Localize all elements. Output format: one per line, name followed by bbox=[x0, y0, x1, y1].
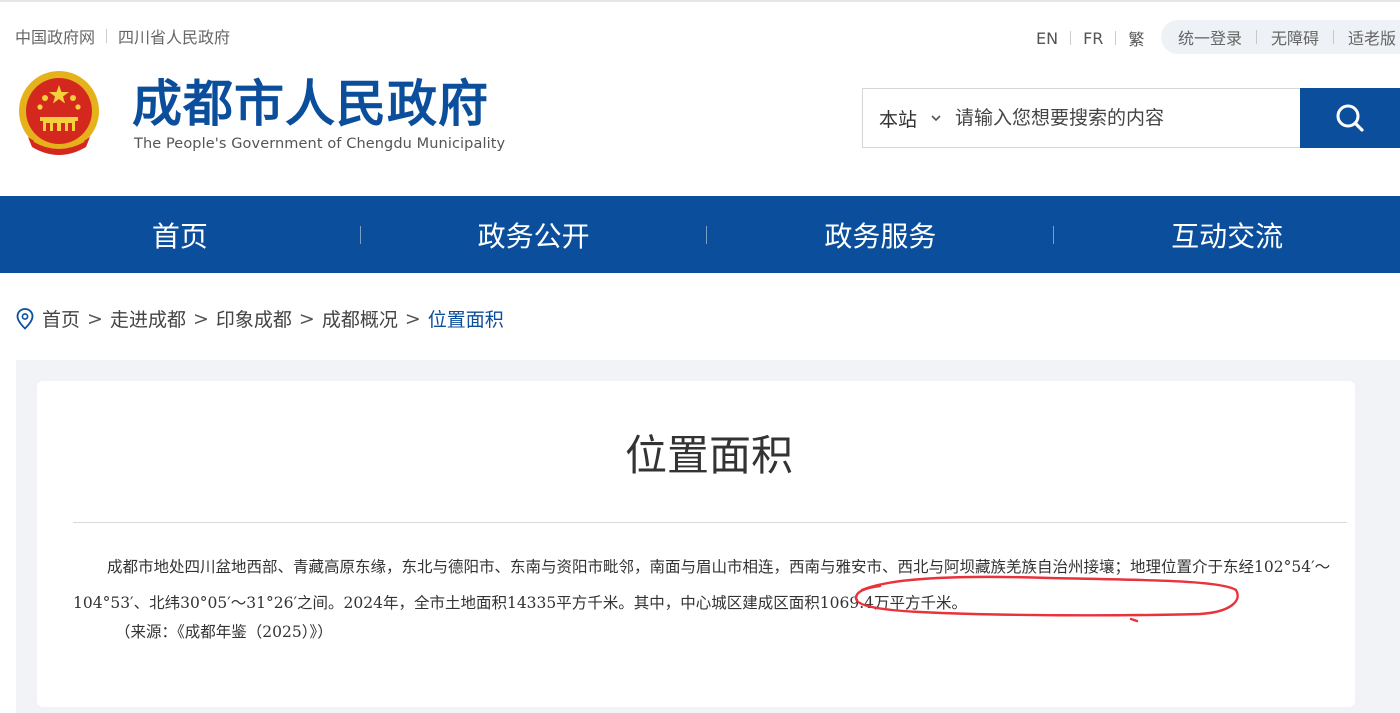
site-title[interactable]: 成都市人民政府 bbox=[132, 74, 489, 134]
unified-login-link[interactable]: 统一登录 bbox=[1178, 25, 1242, 49]
breadcrumb-current[interactable]: 位置面积 bbox=[428, 305, 504, 332]
divider bbox=[1115, 31, 1117, 45]
article-title: 位置面积 bbox=[624, 431, 793, 480]
breadcrumb-separator: > bbox=[404, 307, 421, 330]
nav-interaction[interactable]: 互动交流 bbox=[1054, 215, 1400, 255]
accessibility-link[interactable]: 无障碍 bbox=[1271, 25, 1319, 49]
title-divider bbox=[73, 522, 1347, 523]
breadcrumb-explore-chengdu[interactable]: 走进成都 bbox=[110, 305, 186, 332]
breadcrumb-separator: > bbox=[87, 307, 103, 330]
top-bar: 中国政府网 四川省人民政府 EN FR 繁 统一登录 无障碍 适老版 bbox=[0, 0, 1400, 66]
lang-en[interactable]: EN bbox=[1036, 29, 1058, 48]
national-emblem-icon[interactable] bbox=[16, 67, 102, 160]
main-nav: 首页 政务公开 政务服务 互动交流 bbox=[0, 196, 1400, 273]
chevron-down-icon bbox=[931, 115, 941, 122]
article-source: （来源：《成都年鉴（2025）》） bbox=[115, 623, 333, 641]
utility-links: 统一登录 无障碍 适老版 bbox=[1161, 20, 1400, 54]
breadcrumb-chengdu-overview[interactable]: 成都概况 bbox=[322, 305, 398, 332]
link-sichuan-gov[interactable]: 四川省人民政府 bbox=[118, 24, 230, 48]
article-body: 成都市地处四川盆地西部、青藏高原东缘，东北与德阳市、东南与资阳市毗邻，南面与眉山… bbox=[73, 549, 1349, 621]
breadcrumb: 首页 > 走进成都 > 印象成都 > 成都概况 > 位置面积 bbox=[16, 305, 504, 332]
link-gov-cn[interactable]: 中国政府网 bbox=[15, 24, 95, 48]
breadcrumb-separator: > bbox=[192, 307, 209, 330]
lang-fr[interactable]: FR bbox=[1083, 29, 1103, 48]
divider bbox=[1070, 31, 1072, 45]
breadcrumb-impression-chengdu[interactable]: 印象成都 bbox=[216, 305, 292, 332]
site-subtitle: The People's Government of Chengdu Munic… bbox=[134, 136, 506, 152]
elderly-mode-link[interactable]: 适老版 bbox=[1348, 25, 1396, 49]
divider bbox=[1333, 30, 1335, 44]
divider bbox=[106, 29, 108, 43]
search-icon bbox=[1336, 104, 1364, 132]
top-links: 中国政府网 四川省人民政府 bbox=[15, 24, 230, 48]
article-body-highlight: 其中，中心城区建成区面积1069.4万平方千米。 bbox=[633, 594, 968, 612]
search-button[interactable] bbox=[1300, 88, 1400, 148]
location-pin-icon bbox=[16, 307, 34, 330]
nav-government-services[interactable]: 政务服务 bbox=[707, 215, 1053, 255]
search-scope-label: 本站 bbox=[879, 108, 918, 131]
nav-government-affairs[interactable]: 政务公开 bbox=[361, 215, 707, 255]
lang-traditional[interactable]: 繁 bbox=[1128, 26, 1144, 50]
nav-home[interactable]: 首页 bbox=[0, 215, 360, 255]
search-scope-select[interactable]: 本站 bbox=[879, 105, 941, 132]
breadcrumb-separator: > bbox=[298, 307, 315, 330]
divider bbox=[1256, 30, 1258, 44]
search-input[interactable] bbox=[955, 107, 1276, 129]
language-switcher: EN FR 繁 bbox=[1036, 26, 1144, 50]
breadcrumb-home[interactable]: 首页 bbox=[42, 305, 80, 332]
